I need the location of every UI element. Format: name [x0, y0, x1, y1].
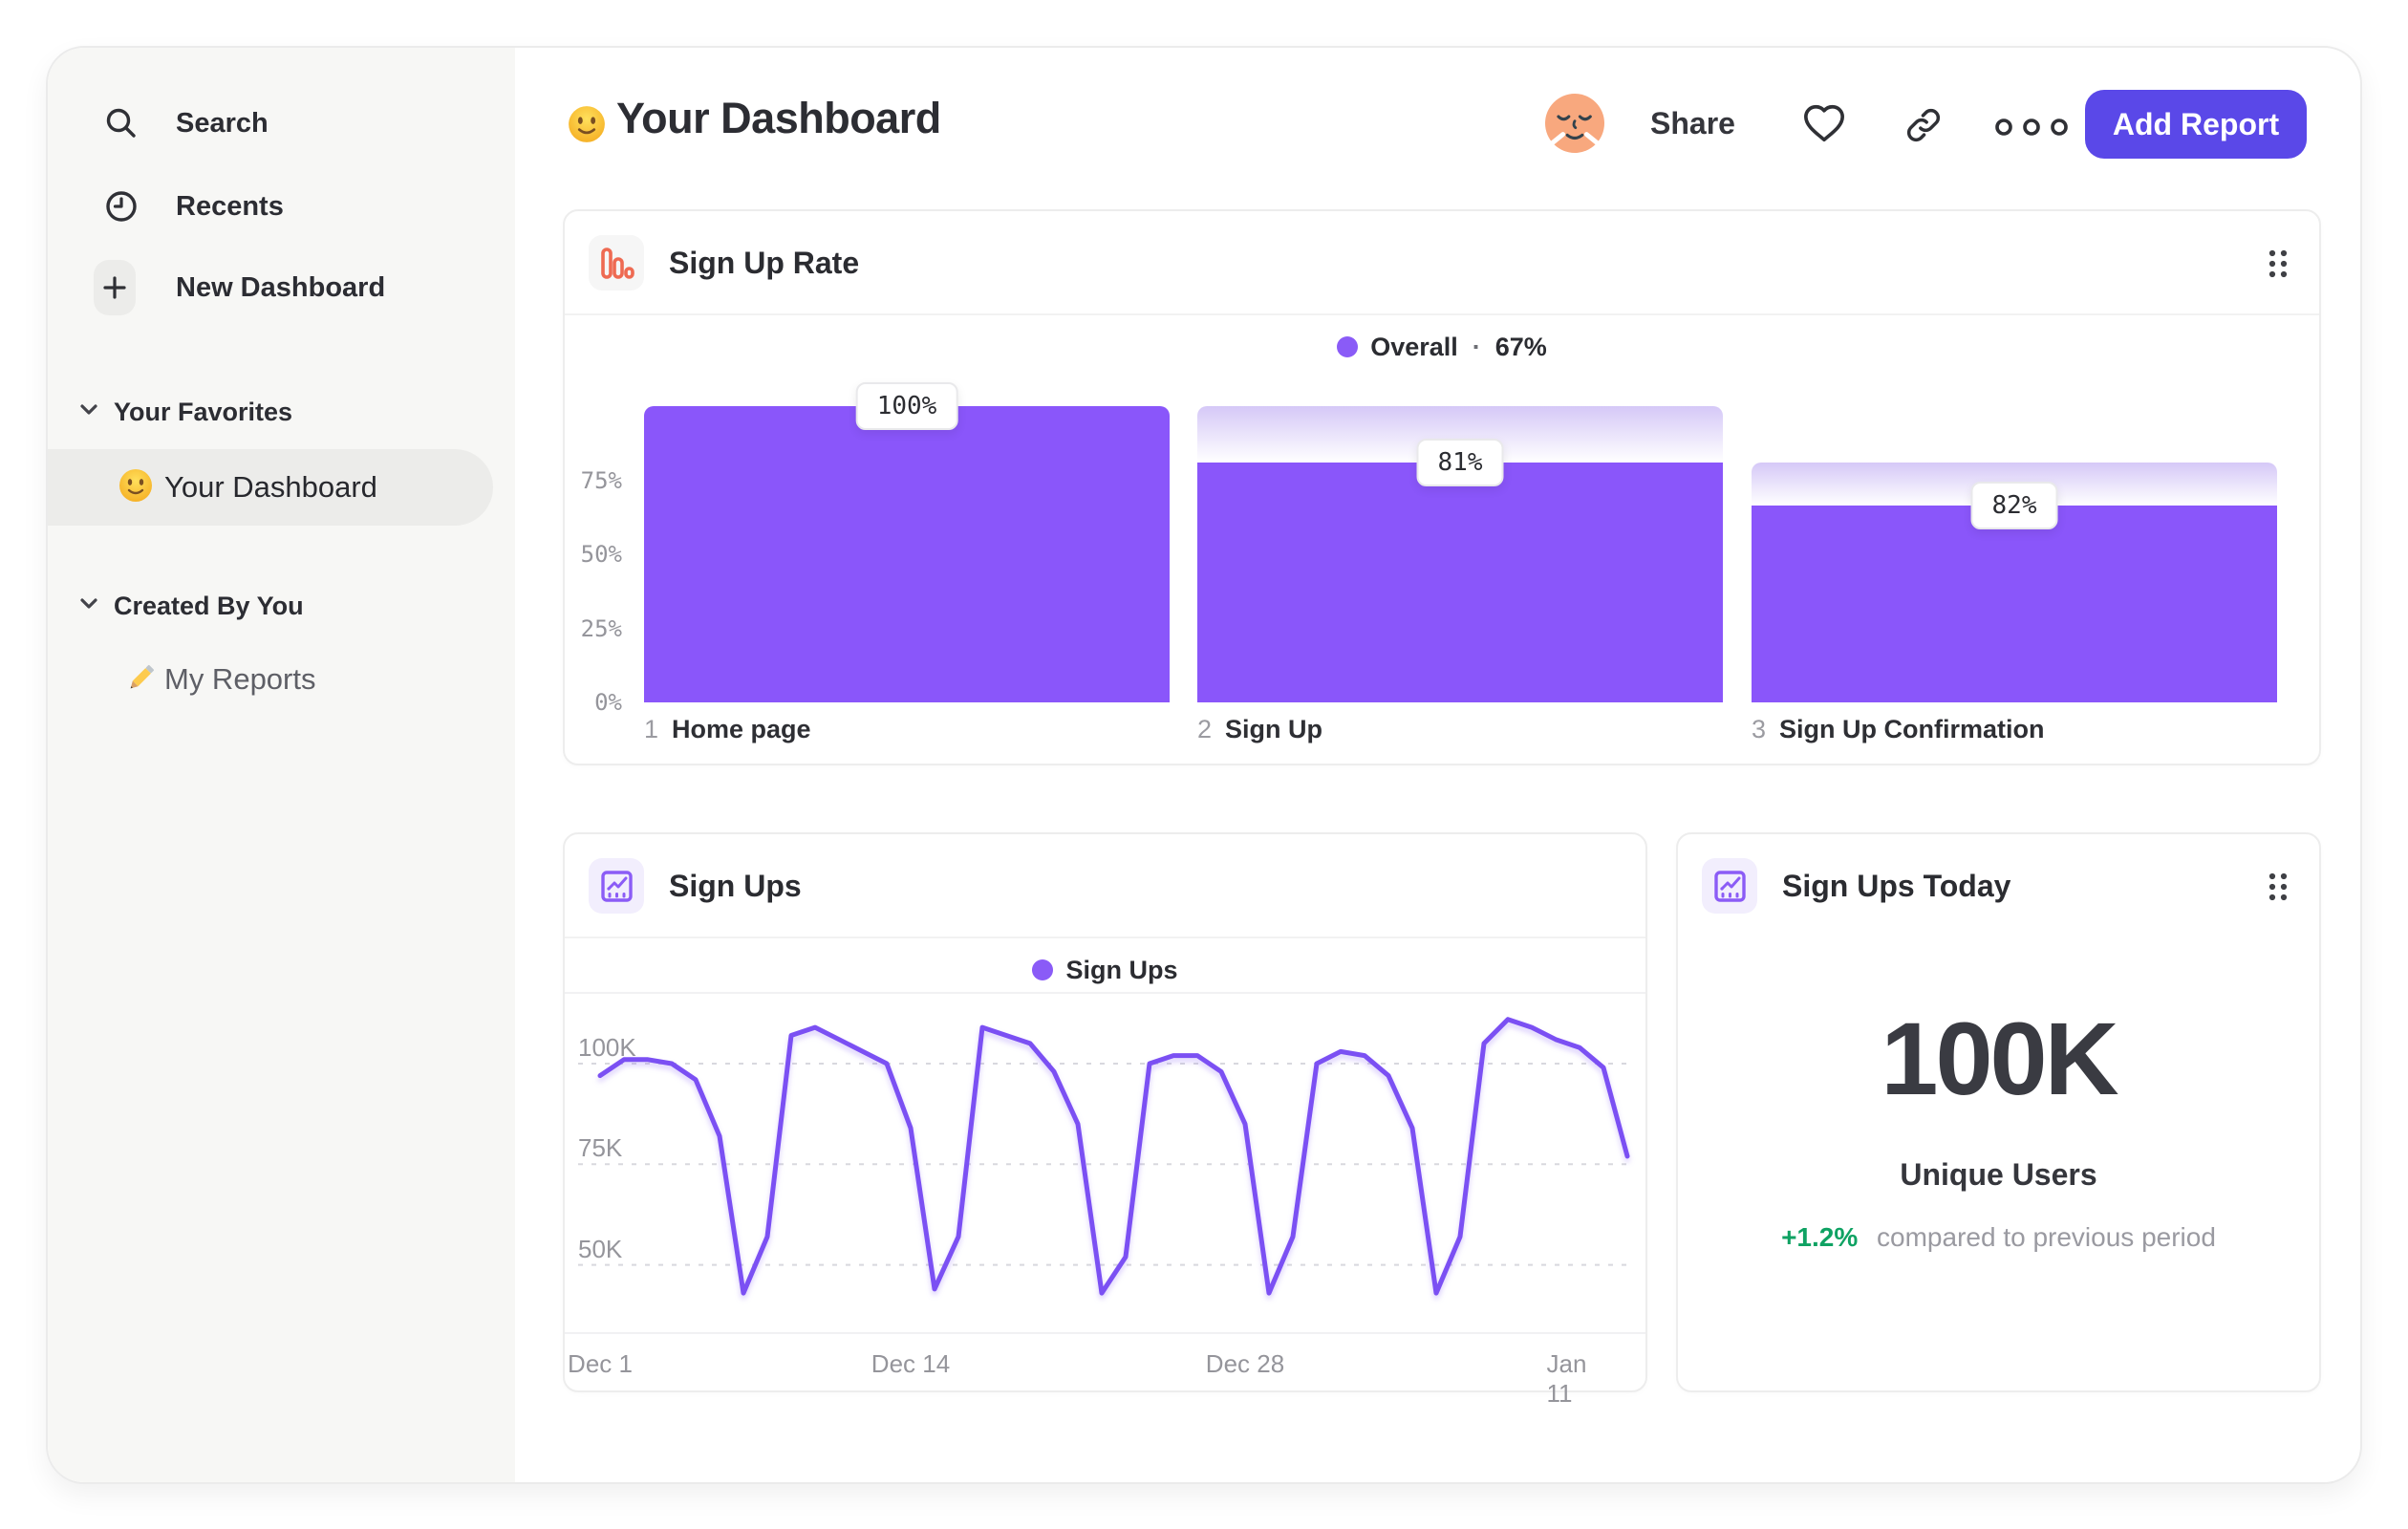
sidebar-item-new-dashboard[interactable]: New Dashboard — [48, 257, 515, 318]
line-plot: 100K 75K 50K Dec 1 Dec 14 Dec 28 Jan 11 — [565, 992, 1645, 1408]
step-number: 1 — [644, 715, 659, 743]
legend-dot — [1032, 959, 1054, 980]
y-axis-tick-label: 75% — [580, 466, 622, 494]
add-report-button[interactable]: Add Report — [2085, 90, 2307, 159]
sidebar-item-label: My Reports — [164, 662, 316, 696]
funnel-bar-fill — [644, 406, 1170, 702]
funnel-legend: Overall · 67% — [565, 330, 2319, 364]
funnel-step-label: 1 Home page — [644, 715, 811, 744]
sign-ups-card: Sign Ups Sign Ups 100K 75K 50K Dec 1 Dec 14… — [563, 832, 1647, 1408]
line-legend: Sign Ups — [565, 953, 1645, 987]
drag-handle-icon[interactable] — [2266, 248, 2290, 285]
drag-handle-icon[interactable] — [2266, 871, 2290, 908]
sidebar-section-your-favorites[interactable]: Your Favorites — [48, 391, 515, 433]
app-window: Search Recents New Dashboard Your Favori… — [46, 46, 2362, 1484]
x-axis-tick-label: Dec 28 — [1205, 1349, 1285, 1378]
x-axis-tick-label: Jan 11 — [1546, 1349, 1587, 1408]
share-button[interactable]: Share — [1650, 106, 1735, 141]
sidebar-item-recents[interactable]: Recents — [48, 176, 515, 237]
y-axis-tick-label: 100K — [578, 1033, 636, 1062]
y-axis-tick-label: 0% — [594, 689, 622, 716]
metric-label: Unique Users — [1900, 1157, 2097, 1192]
main-content: Your Dashboard Share Add Report Sign Up … — [515, 48, 2360, 1482]
sidebar: Search Recents New Dashboard Your Favori… — [48, 48, 515, 1482]
delta-note: compared to previous period — [1877, 1222, 2216, 1252]
funnel-bar-fill — [1752, 506, 2277, 702]
sign-up-rate-card: Sign Up Rate Overall · 67% 75% 50% 25% 0% 10… — [563, 209, 2321, 765]
page-title: Your Dashboard — [616, 94, 941, 142]
card-title: Sign Ups — [669, 869, 802, 903]
favorite-heart-icon[interactable] — [1802, 101, 1846, 150]
card-header: Sign Ups — [565, 834, 1645, 938]
clock-icon — [100, 188, 142, 225]
legend-overall-value: 67% — [1494, 332, 1547, 361]
line-chart-icon — [1702, 858, 1757, 914]
conversion-label-chip: 81% — [1416, 438, 1504, 486]
x-axis-tick-label: Dec 14 — [871, 1349, 951, 1378]
legend-series-name[interactable]: Sign Ups — [1065, 956, 1177, 985]
funnel-bar[interactable]: 81% — [1197, 406, 1723, 702]
search-icon — [100, 105, 142, 141]
line-chart-svg — [578, 1017, 1634, 1296]
avatar[interactable] — [1545, 94, 1604, 153]
conversion-label-chip: 100% — [855, 382, 958, 430]
legend-dot — [1337, 336, 1359, 357]
sidebar-item-my-reports[interactable]: My Reports — [48, 649, 515, 710]
funnel-bar-fill — [1197, 462, 1723, 702]
smiley-emoji — [118, 468, 153, 507]
step-name: Sign Up — [1225, 715, 1323, 743]
step-name: Sign Up Confirmation — [1779, 715, 2045, 743]
y-axis-tick-label: 75K — [578, 1133, 623, 1163]
funnel-chart-icon — [589, 235, 644, 291]
funnel-bar[interactable]: 100% — [644, 382, 1170, 702]
x-axis-labels: Dec 1 Dec 14 Dec 28 Jan 11 — [565, 1336, 1645, 1408]
legend-separator: · — [1472, 332, 1481, 361]
step-number: 3 — [1752, 715, 1767, 743]
step-name: Home page — [672, 715, 811, 743]
funnel-bar[interactable]: 82% — [1752, 406, 2277, 702]
funnel-step-label: 3 Sign Up Confirmation — [1752, 715, 2045, 744]
metric-delta-row: +1.2% compared to previous period — [1678, 1222, 2319, 1253]
x-axis-tick-label: Dec 1 — [568, 1349, 633, 1378]
copy-link-icon[interactable] — [1903, 105, 1944, 150]
y-axis-tick-label: 50K — [578, 1234, 623, 1263]
sidebar-section-created-by-you[interactable]: Created By You — [48, 585, 515, 627]
line-chart-icon — [589, 858, 644, 914]
sidebar-item-search[interactable]: Search — [48, 93, 515, 154]
section-title: Created By You — [114, 591, 304, 620]
step-number: 2 — [1197, 715, 1213, 743]
y-axis-tick-label: 50% — [580, 541, 622, 568]
sign-ups-series-line[interactable] — [597, 1017, 1630, 1296]
y-axis-tick-label: 25% — [580, 614, 622, 642]
sign-ups-today-card: Sign Ups Today 100K Unique Users +1.2% c… — [1676, 832, 2321, 1392]
card-header: Sign Ups Today — [1678, 834, 2319, 938]
card-header: Sign Up Rate — [565, 211, 2319, 315]
sidebar-item-label: New Dashboard — [176, 271, 386, 303]
section-title: Your Favorites — [114, 397, 293, 426]
pencil-emoji — [124, 660, 159, 700]
more-options-icon[interactable] — [1994, 115, 2069, 144]
chevron-down-icon — [79, 403, 98, 421]
sidebar-item-label: Search — [176, 107, 269, 139]
sidebar-item-label: Recents — [176, 190, 284, 222]
funnel-step-label: 2 Sign Up — [1197, 715, 1322, 744]
smiley-emoji — [568, 105, 606, 148]
sidebar-item-your-dashboard[interactable]: Your Dashboard — [48, 449, 493, 526]
chevron-down-icon — [79, 597, 98, 615]
conversion-label-chip: 82% — [1970, 482, 2058, 530]
line-plot-area[interactable]: 100K 75K 50K — [565, 994, 1645, 1334]
card-title: Sign Ups Today — [1782, 869, 2011, 903]
sidebar-item-label: Your Dashboard — [164, 470, 377, 504]
legend-series-name[interactable]: Overall — [1370, 333, 1458, 362]
card-title: Sign Up Rate — [669, 246, 860, 280]
delta-value: +1.2% — [1781, 1222, 1859, 1252]
plus-icon — [94, 260, 136, 315]
metric-value: 100K — [1881, 1001, 2118, 1116]
